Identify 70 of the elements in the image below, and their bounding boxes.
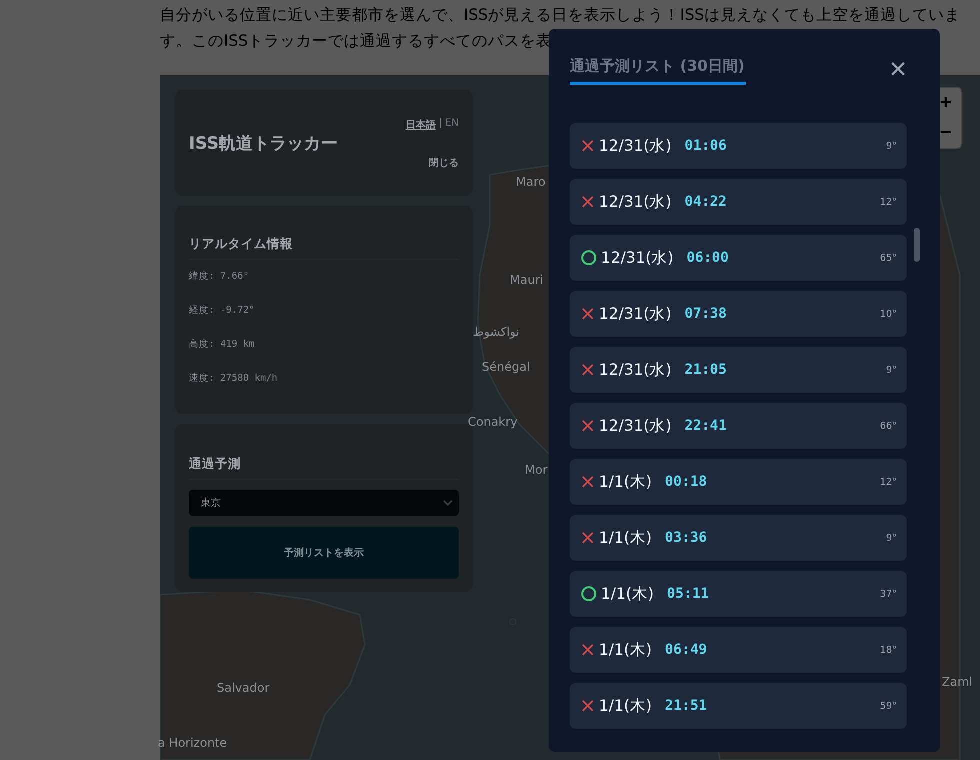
telemetry-text: 緯度: 7.66° <box>189 270 250 284</box>
close-link[interactable]: 閉じる <box>429 156 459 170</box>
pass-row[interactable]: 1/1(木) 05:11 37° <box>570 571 907 617</box>
close-button[interactable]: × <box>889 57 907 83</box>
pass-time: 03:36 <box>665 530 708 546</box>
elevation-text: 66° <box>880 420 897 432</box>
pass-date: 12/31(水) <box>599 416 672 436</box>
map-label: a Horizonte <box>158 736 228 750</box>
intro-text: 自分がいる位置に近い主要都市を選んで、ISSが見える日を表示しよう！ISSは見えなくても上空を通過していま <box>160 5 960 26</box>
elevation-text: 10° <box>880 308 897 320</box>
pass-time: 05:11 <box>667 586 710 602</box>
map-label: Sénégal <box>482 360 530 374</box>
elevation-text: 12° <box>880 196 897 208</box>
pass-row[interactable]: 12/31(水) 21:05 9° <box>570 347 907 393</box>
section-heading: リアルタイム情報 <box>189 236 459 260</box>
chevron-icon <box>443 500 453 506</box>
pass-time: 01:06 <box>684 138 727 154</box>
pass-time: 06:49 <box>665 642 708 658</box>
elevation-text: 37° <box>880 588 897 600</box>
telemetry-text: 経度: -9.72° <box>189 304 255 318</box>
map-label: Mauri <box>510 273 544 287</box>
pass-row[interactable]: 1/1(木) 21:51 59° <box>570 683 907 729</box>
scrollbar-thumb[interactable] <box>914 228 920 262</box>
elevation-text: 12° <box>880 476 897 488</box>
pass-time: 21:51 <box>665 698 708 714</box>
pass-row[interactable]: 1/1(木) 00:18 12° <box>570 459 907 505</box>
elevation-text: 9° <box>886 364 897 376</box>
elevation-text: 65° <box>880 252 897 264</box>
app-title: ISS軌道トラッカー <box>189 132 338 154</box>
city-select[interactable]: 東京 <box>189 490 459 516</box>
pass-date: 1/1(木) <box>599 528 652 548</box>
pass-date: 12/31(水) <box>599 192 672 212</box>
map-label: Maro <box>516 175 546 189</box>
map-label: Conakry <box>468 415 518 429</box>
pass-row[interactable]: 12/31(水) 06:00 65° <box>570 235 907 281</box>
pass-time: 22:41 <box>684 418 727 434</box>
separator-text: | <box>438 118 442 131</box>
map-label: Salvador <box>217 681 270 695</box>
pass-row[interactable]: 12/31(水) 07:38 10° <box>570 291 907 337</box>
telemetry-text: 高度: 419 km <box>189 338 255 352</box>
map-label: Mor <box>525 463 548 477</box>
pass-date: 12/31(水) <box>601 248 674 268</box>
pass-date: 1/1(木) <box>599 640 652 660</box>
pass-row[interactable]: 12/31(水) 01:06 9° <box>570 123 907 169</box>
elevation-text: 59° <box>880 700 897 712</box>
pass-time: 21:05 <box>684 362 727 378</box>
pass-row[interactable]: 1/1(木) 03:36 9° <box>570 515 907 561</box>
telemetry-text: 速度: 27580 km/h <box>189 372 278 386</box>
pass-time: 06:00 <box>686 250 729 266</box>
dialog-title: 通過予測リスト (30日間) <box>570 57 746 85</box>
pass-date: 12/31(水) <box>599 360 672 380</box>
map-label: نواكشوط <box>473 325 520 339</box>
map-label: Zaml <box>942 675 973 689</box>
elevation-text: 9° <box>886 532 897 544</box>
pass-time: 00:18 <box>665 474 708 490</box>
pass-date: 1/1(木) <box>601 584 654 604</box>
elevation-text: 9° <box>886 140 897 152</box>
pass-row[interactable]: 12/31(水) 22:41 66° <box>570 403 907 449</box>
section-heading: 通過予測 <box>189 456 459 480</box>
pass-time: 04:22 <box>684 194 727 210</box>
pass-row[interactable]: 12/31(水) 04:22 12° <box>570 179 907 225</box>
pass-date: 1/1(木) <box>599 472 652 492</box>
pass-row[interactable]: 1/1(木) 06:49 18° <box>570 627 907 673</box>
language-link[interactable]: 日本語 <box>406 118 436 132</box>
pass-date: 12/31(水) <box>599 304 672 324</box>
pass-date: 1/1(木) <box>599 696 652 716</box>
show-list-button[interactable]: 予測リストを表示 <box>189 527 459 579</box>
elevation-text: 18° <box>880 644 897 656</box>
pass-date: 12/31(水) <box>599 136 672 156</box>
pass-time: 07:38 <box>684 306 727 322</box>
